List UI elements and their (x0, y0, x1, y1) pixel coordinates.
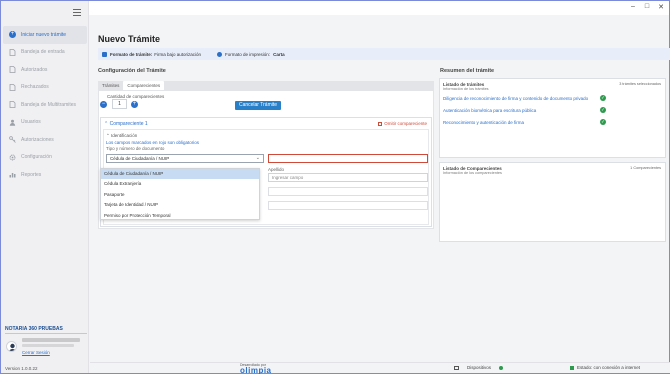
sidebar-item-label: Usuarios (21, 119, 41, 126)
dropdown-option[interactable]: Cédula de Ciudadanía / NUIP (101, 169, 259, 180)
decrease-qty-button[interactable]: − (100, 101, 107, 108)
check-icon: ✓ (600, 95, 606, 101)
cancel-procedure-button[interactable]: Cancelar Trámite (235, 101, 281, 110)
document-icon (9, 66, 16, 74)
status-dot-icon (499, 365, 504, 370)
dropdown-option[interactable]: Pasaporte (101, 190, 259, 200)
document-icon (9, 101, 16, 109)
connection-status: Estado: con conexión a internet (570, 365, 640, 370)
list-item[interactable]: Diligencia de reconocimiento de firma y … (443, 96, 588, 101)
devices-label: Dispositivos (467, 365, 492, 370)
doctype-label: Tipo y número de documento (106, 146, 165, 151)
print-value: Carta (273, 51, 285, 57)
list-item[interactable]: Reconocimiento y autenticación de firma (443, 120, 524, 125)
user-name-redacted (22, 338, 80, 342)
sidebar-item-label: Reportes (21, 171, 42, 178)
procedure-info-bar: Formato de trámite: Firma bajo autorizac… (98, 48, 670, 60)
gear-icon (9, 154, 16, 161)
tab-comparecientes[interactable]: Comparecientes (123, 81, 165, 90)
doctype-selected-value: Cédula de Ciudadanía / NUIP (110, 156, 170, 161)
sidebar-item-label: Iniciar nuevo trámite (21, 31, 67, 38)
comparecientes-list-subtitle: Información de los comparecientes (443, 171, 502, 175)
page-title: Nuevo Trámite (98, 34, 161, 44)
sidebar-item-label: Autorizados (21, 66, 48, 73)
text-input[interactable] (268, 201, 428, 210)
procedures-count: 3 trámites seleccionados (619, 82, 661, 86)
identification-header[interactable]: ⌃ Identificación (106, 133, 137, 139)
organization-name: NOTARIA 360 PRUEBAS (5, 326, 63, 332)
chevron-down-icon: ⌄ (255, 155, 260, 161)
key-icon (9, 136, 16, 144)
bar-chart-icon (9, 171, 16, 178)
sidebar: + Iniciar nuevo trámite Bandeja de entra… (1, 1, 89, 373)
logout-link[interactable]: Cerrar Sesión (22, 350, 50, 355)
printer-icon (217, 51, 223, 57)
sidebar-item-label: Autorizaciones (21, 136, 54, 143)
sidebar-item-label: Configuración (21, 154, 52, 161)
apellido-label: Apellido (268, 167, 285, 172)
dropdown-option[interactable]: Tarjeta de Identidad / NUIP (101, 200, 259, 210)
devices-status[interactable]: Dispositivos (454, 365, 504, 370)
apellido-input[interactable]: Ingresar campo (268, 173, 428, 182)
hamburger-menu-icon[interactable] (73, 9, 81, 16)
document-icon (102, 51, 107, 57)
doctype-dropdown: Cédula de Ciudadanía / NUIP Cédula Extra… (100, 168, 260, 220)
procedures-list-subtitle: Información de los trámites (443, 87, 489, 91)
sidebar-item-reports[interactable]: Reportes (3, 166, 87, 184)
avatar (6, 341, 17, 352)
identification-title: Identificación (111, 133, 138, 138)
sidebar-item-label: Bandeja de entrada (21, 49, 65, 56)
increase-qty-button[interactable]: + (131, 101, 138, 108)
document-number-input[interactable] (268, 154, 428, 163)
omit-label: Omitir compareciente (384, 121, 427, 126)
comparecientes-count: 1 Comparecientes (630, 166, 661, 170)
document-icon (9, 83, 16, 91)
divider (5, 333, 87, 334)
user-email-redacted (22, 344, 74, 347)
text-input[interactable] (268, 187, 428, 196)
sidebar-item-inbox[interactable]: Bandeja de entrada (3, 44, 87, 62)
comparecientes-list-card: Listado de Comparecientes Información de… (439, 162, 666, 242)
sidebar-item-users[interactable]: Usuarios (3, 114, 87, 132)
check-icon: ✓ (600, 107, 606, 113)
trash-icon (378, 121, 383, 126)
status-footer: Desarrollado por olimpia Dispositivos Es… (90, 362, 670, 374)
config-tabs: Trámites Comparecientes (98, 81, 434, 90)
app-window: – □ ✕ + Iniciar nuevo trámite Bandeja de… (0, 0, 670, 374)
document-icon (9, 48, 16, 56)
format-value: Firma bajo autorización (154, 51, 202, 57)
config-section-title: Configuración del Trámite (98, 68, 166, 74)
olimpia-logo: olimpia (240, 366, 272, 374)
compareciente-title: Compareciente 1 (109, 121, 148, 127)
app-version: Version 1.0.0.22 (5, 366, 38, 371)
tab-tramites[interactable]: Trámites (98, 81, 123, 90)
plus-circle-icon: + (9, 31, 16, 39)
summary-title: Resumen del trámite (440, 68, 495, 74)
sidebar-item-authorized[interactable]: Autorizados (3, 61, 87, 79)
sidebar-nav: + Iniciar nuevo trámite Bandeja de entra… (3, 26, 87, 184)
format-label: Formato de trámite: (110, 51, 153, 57)
dropdown-option[interactable]: Permiso por Protección Temporal (101, 211, 259, 221)
check-icon: ✓ (600, 119, 606, 125)
sidebar-item-settings[interactable]: Configuración (3, 149, 87, 167)
connection-label: Estado: con conexión a internet (577, 365, 641, 370)
connection-icon (570, 365, 574, 370)
omit-compareciente-button[interactable]: Omitir compareciente (378, 121, 427, 126)
sidebar-item-authorizations[interactable]: Autorizaciones (3, 131, 87, 149)
sidebar-item-multitramites[interactable]: Bandeja de Multitramites (3, 96, 87, 114)
print-label: Formato de impresión: (225, 51, 271, 57)
doctype-select[interactable]: Cédula de Ciudadanía / NUIP ⌄ (106, 154, 264, 163)
qty-input[interactable]: 1 (112, 99, 127, 109)
required-fields-note: Los campos marcados en rojo son obligato… (106, 140, 200, 145)
user-icon (9, 119, 16, 126)
device-icon (454, 365, 459, 370)
dropdown-option[interactable]: Cédula Extranjería (101, 179, 259, 189)
list-item[interactable]: Autenticación biométrica para escritura … (443, 108, 536, 113)
sidebar-item-label: Bandeja de Multitramites (21, 101, 77, 108)
sidebar-item-label: Rechazados (21, 84, 49, 91)
procedures-list-card: Listado de trámites Información de los t… (439, 78, 666, 158)
sidebar-item-new-procedure[interactable]: + Iniciar nuevo trámite (3, 26, 87, 44)
compareciente-header[interactable]: ⌃ Compareciente 1 (104, 121, 148, 127)
sidebar-item-rejected[interactable]: Rechazados (3, 79, 87, 97)
